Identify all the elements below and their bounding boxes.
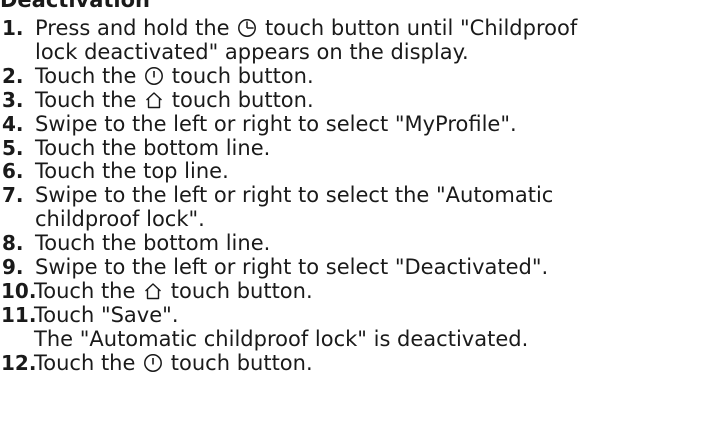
step-7: 7. Swipe to the left or right to select … bbox=[0, 183, 701, 232]
step-line: Press and hold the touch button until "C… bbox=[35, 16, 701, 41]
step-line: lock deactivated" appears on the display… bbox=[35, 39, 469, 64]
step-1: 1. Press and hold the touch button until… bbox=[0, 16, 701, 65]
step-text-part: Touch the bbox=[35, 87, 144, 112]
steps-list: 1. Press and hold the touch button until… bbox=[0, 16, 701, 376]
power-icon bbox=[144, 66, 164, 86]
step-text-part: Press and hold the bbox=[35, 16, 237, 40]
step-number: 1. bbox=[2, 16, 24, 40]
step-number: 7. bbox=[2, 183, 24, 208]
step-number: 5. bbox=[2, 135, 24, 160]
step-3: 3. Touch the touch button. bbox=[0, 87, 701, 113]
step-text-part: Touch the bbox=[35, 63, 144, 88]
step-number: 12. bbox=[1, 350, 37, 375]
step-text-part: touch button. bbox=[165, 63, 314, 88]
step-line: Touch "Save". bbox=[34, 302, 179, 327]
step-text: Swipe to the left or right to select "My… bbox=[35, 111, 517, 136]
step-6: 6. Touch the top line. bbox=[0, 160, 701, 184]
step-number: 6. bbox=[2, 159, 24, 184]
step-number: 2. bbox=[2, 63, 24, 88]
section-heading: Deactivation bbox=[0, 0, 151, 12]
instruction-page: Deactivation 1. Press and hold the touch… bbox=[0, 0, 701, 448]
timer-icon bbox=[237, 18, 257, 38]
step-number: 3. bbox=[2, 87, 24, 112]
step-text-part: touch button until "Childproof bbox=[258, 16, 578, 40]
step-text: Touch "Save". The "Automatic childproof … bbox=[34, 302, 701, 352]
step-12: 12. Touch the touch button. bbox=[0, 350, 701, 376]
step-number: 4. bbox=[2, 111, 24, 136]
step-4: 4. Swipe to the left or right to select … bbox=[0, 111, 701, 137]
step-text-part: Touch the bbox=[34, 278, 143, 303]
home-icon bbox=[144, 90, 164, 110]
step-text: Touch the bottom line. bbox=[35, 135, 271, 160]
step-text: Touch the touch button. bbox=[34, 278, 701, 304]
step-line: Swipe to the left or right to select the… bbox=[35, 183, 554, 208]
step-5: 5. Touch the bottom line. bbox=[0, 135, 701, 161]
step-2: 2. Touch the touch button. bbox=[0, 63, 701, 89]
step-text: Touch the bottom line. bbox=[35, 231, 271, 256]
step-text-part: Touch the bbox=[34, 350, 143, 375]
step-text: Touch the top line. bbox=[35, 159, 229, 184]
step-number: 11. bbox=[1, 302, 37, 327]
step-number: 9. bbox=[2, 255, 24, 280]
step-text-part: touch button. bbox=[164, 350, 313, 375]
step-text: Press and hold the touch button until "C… bbox=[35, 16, 701, 65]
step-text: Swipe to the left or right to select "De… bbox=[35, 255, 549, 280]
step-11: 11. Touch "Save". The "Automatic childpr… bbox=[0, 302, 701, 352]
step-text-part: touch button. bbox=[165, 87, 314, 112]
step-8: 8. Touch the bottom line. bbox=[0, 231, 701, 256]
step-text-part: touch button. bbox=[164, 278, 313, 303]
step-text: Touch the touch button. bbox=[35, 63, 701, 89]
step-9: 9. Swipe to the left or right to select … bbox=[0, 255, 701, 280]
step-10: 10. Touch the touch button. bbox=[0, 278, 701, 304]
step-line: childproof lock". bbox=[35, 207, 205, 232]
step-text: Touch the touch button. bbox=[35, 87, 701, 113]
power-icon bbox=[143, 353, 163, 373]
step-number: 8. bbox=[2, 231, 24, 256]
step-text: Swipe to the left or right to select the… bbox=[35, 183, 701, 232]
step-number: 10. bbox=[1, 278, 37, 303]
home-icon bbox=[143, 281, 163, 301]
step-text: Touch the touch button. bbox=[34, 350, 701, 376]
step-result: The "Automatic childproof lock" is deact… bbox=[34, 326, 529, 351]
